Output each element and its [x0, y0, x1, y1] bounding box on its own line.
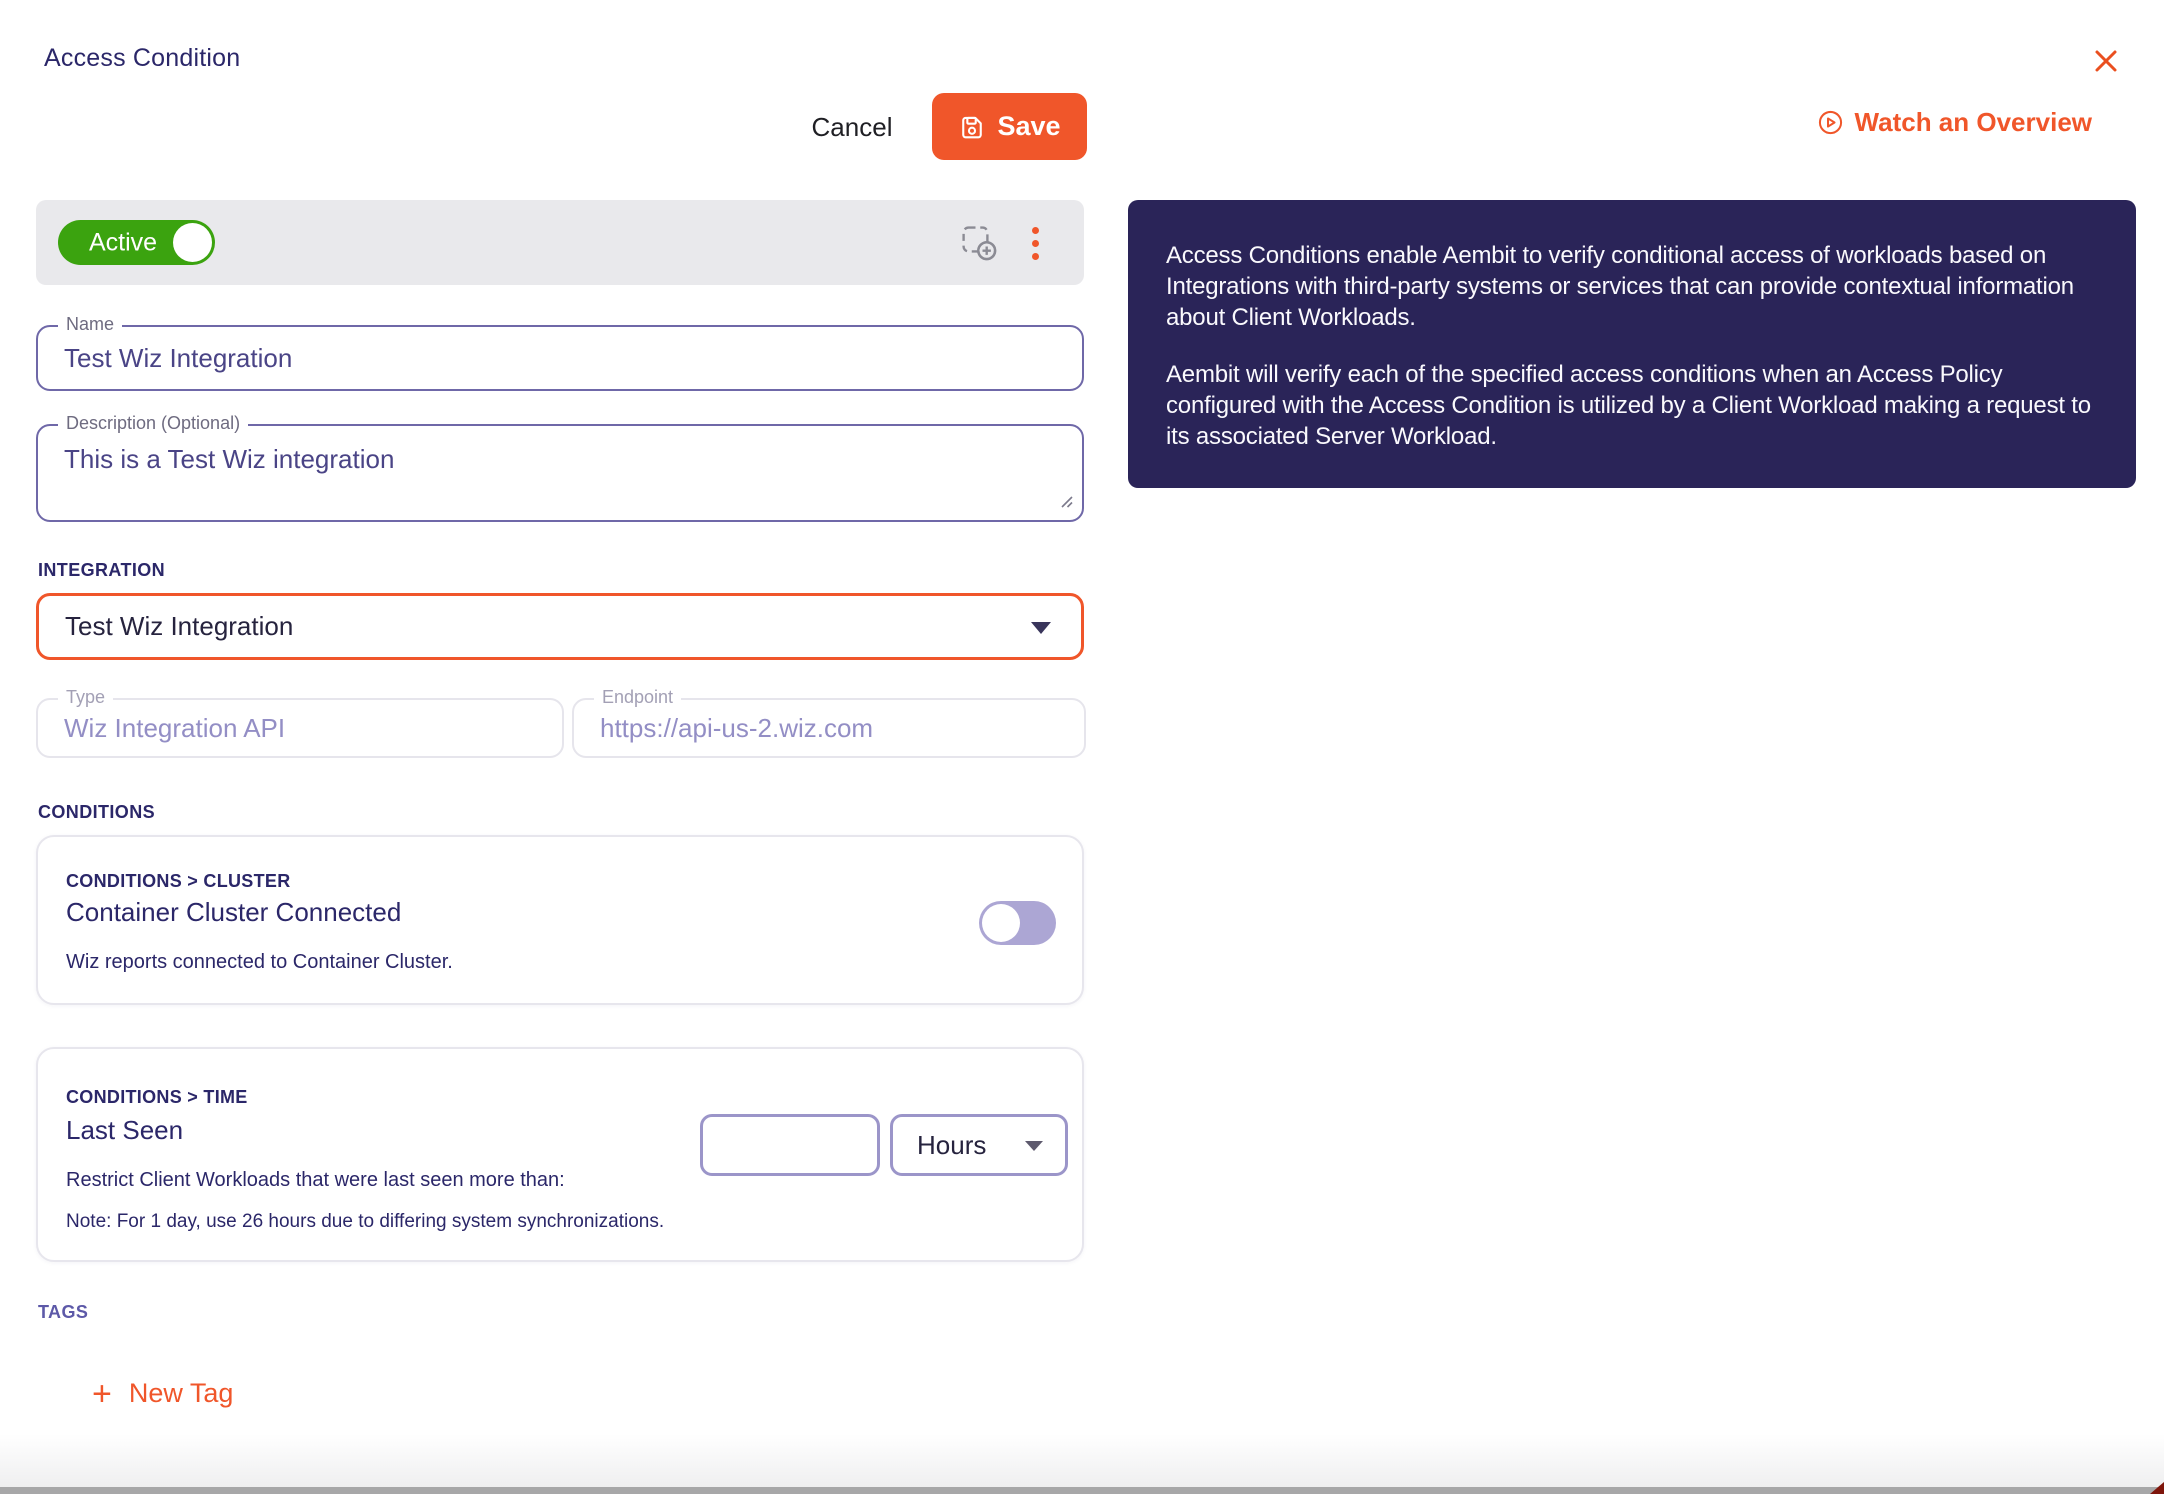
cluster-condition-toggle[interactable]: [979, 901, 1056, 945]
save-button-label: Save: [997, 111, 1060, 142]
time-condition-note: Note: For 1 day, use 26 hours due to dif…: [66, 1211, 664, 1233]
time-condition-title: Last Seen: [66, 1115, 183, 1146]
close-icon[interactable]: [2088, 44, 2124, 80]
info-panel-paragraph-2: Aembit will verify each of the specified…: [1166, 359, 2098, 452]
last-seen-unit-value: Hours: [917, 1130, 986, 1161]
status-bar: Active: [36, 200, 1084, 285]
name-field-wrapper: Name: [36, 325, 1084, 391]
cluster-condition-description: Wiz reports connected to Container Clust…: [66, 951, 453, 974]
bottom-scrollbar[interactable]: [0, 1487, 2164, 1494]
time-condition-card: CONDITIONS > TIME Last Seen Hours Restri…: [36, 1047, 1084, 1262]
info-panel-paragraph-1: Access Conditions enable Aembit to verif…: [1166, 240, 2098, 333]
description-input[interactable]: This is a Test Wiz integration: [38, 426, 1082, 520]
name-input[interactable]: [38, 327, 1082, 389]
plus-icon: +: [92, 1379, 112, 1409]
watch-overview-link[interactable]: Watch an Overview: [1817, 107, 2092, 138]
chevron-down-icon: [1031, 622, 1051, 634]
last-seen-value-input[interactable]: [700, 1114, 880, 1176]
cluster-condition-breadcrumb: CONDITIONS > CLUSTER: [66, 871, 291, 892]
duplicate-icon[interactable]: [958, 222, 1000, 264]
description-field-label: Description (Optional): [58, 413, 248, 434]
tags-section-label: TAGS: [38, 1302, 88, 1323]
type-field-wrapper: Type: [36, 698, 564, 758]
kebab-menu-icon[interactable]: [1022, 220, 1048, 266]
integration-select-value: Test Wiz Integration: [65, 611, 293, 642]
conditions-section-label: CONDITIONS: [38, 802, 155, 823]
active-toggle-knob: [173, 223, 212, 262]
integration-section-label: INTEGRATION: [38, 560, 165, 581]
cancel-button[interactable]: Cancel: [802, 104, 902, 150]
new-tag-button[interactable]: + New Tag: [92, 1378, 233, 1409]
type-input: [38, 700, 562, 756]
time-condition-breadcrumb: CONDITIONS > TIME: [66, 1087, 248, 1108]
active-toggle-label: Active: [89, 228, 157, 257]
last-seen-unit-select[interactable]: Hours: [890, 1114, 1068, 1176]
active-toggle[interactable]: Active: [58, 220, 215, 265]
save-button[interactable]: Save: [932, 93, 1087, 160]
time-condition-description: Restrict Client Workloads that were last…: [66, 1169, 565, 1192]
type-field-label: Type: [58, 687, 113, 708]
resize-handle-icon[interactable]: [1058, 493, 1073, 513]
name-field-label: Name: [58, 314, 122, 335]
chevron-down-icon: [1025, 1141, 1043, 1151]
endpoint-field-label: Endpoint: [594, 687, 681, 708]
integration-select[interactable]: Test Wiz Integration: [36, 593, 1084, 660]
new-tag-label: New Tag: [129, 1378, 234, 1409]
info-panel: Access Conditions enable Aembit to verif…: [1128, 200, 2136, 488]
save-icon: [958, 113, 986, 141]
endpoint-input: [574, 700, 1084, 756]
endpoint-field-wrapper: Endpoint: [572, 698, 1086, 758]
cluster-toggle-knob: [982, 904, 1020, 942]
cluster-condition-card: CONDITIONS > CLUSTER Container Cluster C…: [36, 835, 1084, 1005]
bottom-fade: [0, 1434, 2164, 1487]
description-field-wrapper: Description (Optional) This is a Test Wi…: [36, 424, 1084, 522]
cluster-condition-title: Container Cluster Connected: [66, 897, 401, 928]
watch-overview-label: Watch an Overview: [1855, 107, 2092, 138]
page-title: Access Condition: [44, 44, 240, 73]
play-icon: [1817, 109, 1844, 136]
